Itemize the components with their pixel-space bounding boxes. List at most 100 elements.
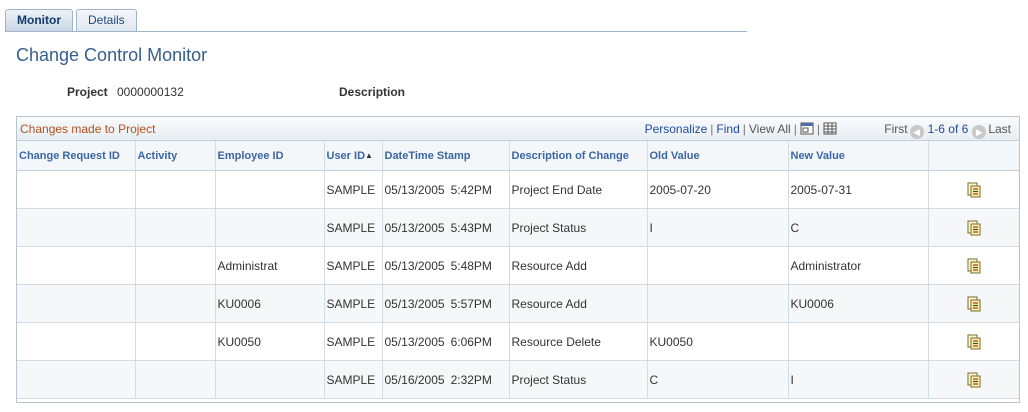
- page-title: Change Control Monitor: [16, 45, 208, 65]
- cell-description-of-change: Project End Date: [509, 170, 648, 209]
- cell-old-value: [647, 246, 789, 285]
- column-new-value[interactable]: New Value: [788, 141, 929, 171]
- cell-old-value: C: [647, 360, 789, 399]
- column-datetime-stamp[interactable]: DateTime Stamp: [382, 141, 510, 171]
- column-change-request-id[interactable]: Change Request ID: [17, 141, 136, 171]
- cell-new-value: I: [788, 360, 929, 399]
- cell-change-request-id: [17, 322, 136, 361]
- description-label: Description: [339, 85, 406, 99]
- details-icon[interactable]: [966, 220, 982, 236]
- cell-datetime-stamp: 05/13/2005 5:42PM: [382, 170, 510, 209]
- cell-change-request-id: [17, 170, 136, 209]
- cell-description-of-change: Resource Add: [509, 284, 648, 323]
- cell-old-value: [647, 284, 789, 323]
- cell-user-id: SAMPLE: [324, 246, 383, 285]
- cell-activity: [135, 170, 216, 209]
- row-count: 1-6 of 6: [927, 122, 969, 136]
- column-old-value[interactable]: Old Value: [647, 141, 789, 171]
- cell-change-request-id: [17, 246, 136, 285]
- table-body: SAMPLE 05/13/2005 5:42PM Project End Date 20…: [17, 170, 1019, 399]
- cell-description-of-change: Resource Delete: [509, 322, 648, 361]
- table-row: KU0006 SAMPLE 05/13/2005 5:57PM Resource Add…: [17, 284, 1019, 323]
- cell-change-request-id: [17, 208, 136, 247]
- page-tabs: Monitor Details: [5, 9, 140, 31]
- cell-datetime-stamp: 05/13/2005 5:48PM: [382, 246, 510, 285]
- cell-time: 5:42PM: [450, 182, 492, 197]
- cell-activity: [135, 322, 216, 361]
- column-details: [928, 141, 1019, 171]
- view-all-link[interactable]: View All: [749, 122, 791, 136]
- changes-grid: Changes made to Project Personalize | Find…: [16, 116, 1020, 403]
- cell-details: [928, 246, 1019, 285]
- cell-date: 05/13/2005: [384, 220, 445, 235]
- spreadsheet-icon[interactable]: [823, 122, 837, 135]
- cell-time: 5:57PM: [450, 296, 492, 311]
- tab-monitor[interactable]: Monitor: [5, 9, 73, 31]
- cell-description-of-change: Resource Add: [509, 246, 648, 285]
- cell-change-request-id: [17, 284, 136, 323]
- first-link[interactable]: First: [884, 122, 907, 136]
- cell-activity: [135, 246, 216, 285]
- cell-change-request-id: [17, 360, 136, 399]
- next-icon[interactable]: ▶: [972, 125, 987, 139]
- cell-new-value: [788, 322, 929, 361]
- cell-time: 5:48PM: [450, 258, 492, 273]
- cell-user-id: SAMPLE: [324, 284, 383, 323]
- column-user-id[interactable]: User ID▲: [324, 141, 383, 171]
- cell-datetime-stamp: 05/16/2005 2:32PM: [382, 360, 510, 399]
- cell-new-value: C: [788, 208, 929, 247]
- sort-ascending-icon: ▲: [365, 150, 373, 160]
- details-icon[interactable]: [966, 182, 982, 198]
- cell-datetime-stamp: 05/13/2005 6:06PM: [382, 322, 510, 361]
- cell-employee-id: [215, 170, 325, 209]
- details-icon[interactable]: [966, 372, 982, 388]
- cell-employee-id: KU0050: [215, 322, 325, 361]
- tab-divider: [5, 31, 747, 32]
- project-value: 0000000132: [117, 85, 184, 99]
- column-description-of-change[interactable]: Description of Change: [509, 141, 648, 171]
- cell-employee-id: [215, 360, 325, 399]
- cell-activity: [135, 284, 216, 323]
- last-link[interactable]: Last: [988, 122, 1011, 136]
- cell-time: 5:43PM: [450, 220, 492, 235]
- previous-icon[interactable]: ◀: [909, 125, 924, 139]
- column-activity[interactable]: Activity: [135, 141, 216, 171]
- cell-description-of-change: Project Status: [509, 208, 648, 247]
- find-link[interactable]: Find: [716, 122, 739, 136]
- cell-activity: [135, 360, 216, 399]
- cell-date: 05/13/2005: [384, 334, 445, 349]
- project-label: Project: [67, 85, 108, 99]
- cell-time: 6:06PM: [450, 334, 492, 349]
- cell-date: 05/13/2005: [384, 182, 445, 197]
- cell-activity: [135, 208, 216, 247]
- grid-title: Changes made to Project: [20, 122, 156, 136]
- details-icon[interactable]: [966, 334, 982, 350]
- cell-details: [928, 284, 1019, 323]
- cell-old-value: KU0050: [647, 322, 789, 361]
- cell-new-value: KU0006: [788, 284, 929, 323]
- cell-datetime-stamp: 05/13/2005 5:57PM: [382, 284, 510, 323]
- table-row: SAMPLE 05/13/2005 5:42PM Project End Date 20…: [17, 170, 1019, 209]
- details-icon[interactable]: [966, 296, 982, 312]
- cell-date: 05/13/2005: [384, 296, 445, 311]
- zoom-icon[interactable]: [800, 122, 814, 135]
- tab-details[interactable]: Details: [76, 9, 137, 31]
- cell-new-value: Administrator: [788, 246, 929, 285]
- cell-details: [928, 170, 1019, 209]
- cell-old-value: 2005-07-20: [647, 170, 789, 209]
- column-employee-id[interactable]: Employee ID: [215, 141, 325, 171]
- cell-user-id: SAMPLE: [324, 170, 383, 209]
- details-icon[interactable]: [966, 258, 982, 274]
- cell-new-value: 2005-07-31: [788, 170, 929, 209]
- cell-time: 2:32PM: [450, 372, 492, 387]
- cell-old-value: I: [647, 208, 789, 247]
- table-row: SAMPLE 05/13/2005 5:43PM Project Status I C: [17, 208, 1019, 247]
- cell-date: 05/13/2005: [384, 258, 445, 273]
- table-header-row: Change Request ID Activity Employee ID U…: [17, 141, 1019, 171]
- cell-user-id: SAMPLE: [324, 322, 383, 361]
- personalize-link[interactable]: Personalize: [645, 122, 708, 136]
- table-row: SAMPLE 05/16/2005 2:32PM Project Status C I: [17, 360, 1019, 399]
- cell-description-of-change: Project Status: [509, 360, 648, 399]
- changes-table: Change Request ID Activity Employee ID U…: [17, 141, 1019, 399]
- cell-employee-id: KU0006: [215, 284, 325, 323]
